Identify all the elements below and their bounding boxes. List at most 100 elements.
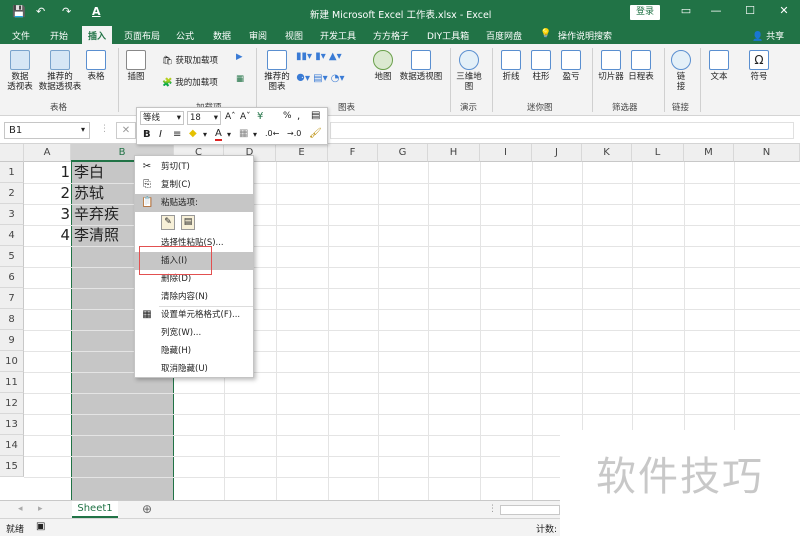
my-addins-button[interactable]: 🧩 我的加载项: [162, 78, 232, 88]
fill-color-icon[interactable]: ◆: [189, 128, 197, 139]
tab-baidu[interactable]: 百度网盘: [486, 29, 522, 42]
column-header-f[interactable]: F: [328, 144, 378, 162]
format-painter-icon[interactable]: 🖌: [309, 128, 322, 139]
font-color-icon[interactable]: A: [92, 5, 101, 18]
column-header-j[interactable]: J: [532, 144, 582, 162]
row-header[interactable]: 14: [0, 435, 24, 456]
minimize-button[interactable]: —: [706, 4, 726, 17]
3d-map-button[interactable]: 三维地 图: [454, 50, 484, 92]
symbol-button[interactable]: Ω 符号: [746, 50, 772, 82]
sparkline-line-button[interactable]: 折线: [498, 50, 524, 82]
column-header-k[interactable]: K: [582, 144, 632, 162]
tab-home[interactable]: 开始: [50, 29, 68, 42]
save-icon[interactable]: 💾: [12, 5, 26, 18]
close-button[interactable]: ✕: [774, 4, 794, 17]
pivot-table-button[interactable]: 数据 透视表: [6, 50, 34, 92]
borders-icon[interactable]: ▦: [239, 128, 248, 139]
row-header[interactable]: 3: [0, 204, 24, 225]
menu-item-cut[interactable]: ✂ 剪切(T): [135, 158, 253, 176]
link-button[interactable]: 链 接: [670, 50, 692, 92]
row-header[interactable]: 12: [0, 393, 24, 414]
table-button[interactable]: 表格: [84, 50, 108, 82]
decrease-decimal-icon[interactable]: →.0: [287, 129, 301, 138]
tab-insert[interactable]: 插入: [82, 26, 113, 44]
font-name-box[interactable]: 等线 ▾: [140, 111, 184, 125]
redo-icon[interactable]: ↷: [62, 5, 71, 18]
sheet-tab-sheet1[interactable]: Sheet1: [72, 501, 118, 518]
tell-me-search[interactable]: 操作说明搜索: [558, 29, 612, 42]
cell-a2[interactable]: 2: [24, 183, 70, 204]
pivot-chart-button[interactable]: 数据透视图: [398, 50, 444, 82]
tab-fangfang[interactable]: 方方格子: [373, 29, 409, 42]
menu-item-format-cells[interactable]: ▦ 设置单元格格式(F)...: [135, 306, 253, 324]
column-header-m[interactable]: M: [684, 144, 734, 162]
menu-item-hide[interactable]: 隐藏(H): [135, 342, 253, 360]
chevron-down-icon[interactable]: ▾: [253, 130, 257, 139]
row-header[interactable]: 5: [0, 246, 24, 267]
share-button[interactable]: 👤 共享: [752, 29, 784, 42]
recommended-pivot-button[interactable]: 推荐的 数据透视表: [38, 50, 82, 92]
font-size-box[interactable]: 18 ▾: [187, 111, 221, 125]
add-sheet-icon[interactable]: ⊕: [142, 502, 152, 516]
tab-file[interactable]: 文件: [12, 29, 30, 42]
shrink-font-icon[interactable]: Aˇ: [240, 112, 251, 122]
lightbulb-icon[interactable]: 💡: [540, 29, 551, 39]
timeline-button[interactable]: 日程表: [626, 50, 656, 82]
ribbon-display-icon[interactable]: ▭: [676, 4, 696, 17]
text-button[interactable]: 文本: [706, 50, 732, 82]
row-header[interactable]: 4: [0, 225, 24, 246]
row-header[interactable]: 7: [0, 288, 24, 309]
grow-font-icon[interactable]: Aˆ: [225, 112, 236, 122]
row-header[interactable]: 1: [0, 162, 24, 183]
chevron-down-icon[interactable]: ▾: [227, 130, 231, 139]
column-header-h[interactable]: H: [428, 144, 480, 162]
undo-icon[interactable]: ↶: [36, 5, 45, 18]
column-header-n[interactable]: N: [734, 144, 800, 162]
tab-review[interactable]: 审阅: [249, 29, 267, 42]
increase-decimal-icon[interactable]: .0←: [265, 129, 279, 138]
get-addins-button[interactable]: 🛍 获取加载项: [162, 56, 232, 66]
scroll-right-icon[interactable]: ▸: [38, 504, 43, 514]
formula-bar-splitter[interactable]: ⋮: [100, 124, 109, 134]
tab-developer[interactable]: 开发工具: [320, 29, 356, 42]
maps-button[interactable]: 地图: [370, 50, 396, 82]
column-header-i[interactable]: I: [480, 144, 532, 162]
row-header[interactable]: 8: [0, 309, 24, 330]
row-header[interactable]: 2: [0, 183, 24, 204]
currency-icon[interactable]: ¥: [257, 111, 263, 122]
format-table-icon[interactable]: ▤: [311, 110, 320, 121]
column-header-l[interactable]: L: [632, 144, 684, 162]
macro-record-icon[interactable]: ▣: [36, 521, 45, 532]
menu-item-unhide[interactable]: 取消隐藏(U): [135, 360, 253, 378]
bold-button[interactable]: B: [143, 129, 151, 140]
column-header-a[interactable]: A: [24, 144, 71, 162]
row-header[interactable]: 15: [0, 456, 24, 477]
menu-item-copy[interactable]: ⎘ 复制(C): [135, 176, 253, 194]
tab-view[interactable]: 视图: [285, 29, 303, 42]
comma-style-icon[interactable]: ,: [297, 111, 300, 122]
row-header[interactable]: 13: [0, 414, 24, 435]
font-color-icon[interactable]: A: [215, 128, 222, 141]
tab-page-layout[interactable]: 页面布局: [124, 29, 160, 42]
chevron-down-icon[interactable]: ▾: [81, 125, 85, 134]
name-box[interactable]: B1 ▾: [4, 122, 90, 139]
paste-button[interactable]: ✎: [161, 215, 175, 230]
menu-item-column-width[interactable]: 列宽(W)...: [135, 324, 253, 342]
sparkline-column-button[interactable]: 柱形: [528, 50, 554, 82]
align-center-icon[interactable]: ≡: [173, 129, 181, 140]
cell-a4[interactable]: 4: [24, 225, 70, 246]
maximize-button[interactable]: ☐: [740, 4, 760, 17]
column-header-g[interactable]: G: [378, 144, 428, 162]
chevron-down-icon[interactable]: ▾: [203, 130, 207, 139]
chevron-down-icon[interactable]: ▾: [177, 112, 181, 124]
bing-icon[interactable]: ▶: [236, 52, 243, 62]
tab-diy[interactable]: DIY工具箱: [427, 29, 469, 42]
tab-formulas[interactable]: 公式: [176, 29, 194, 42]
slicer-button[interactable]: 切片器: [596, 50, 626, 82]
column-chart-icon[interactable]: ▮▮▾ ▮▾ ▲▾: [296, 52, 342, 62]
login-button[interactable]: 登录: [630, 5, 661, 20]
row-header[interactable]: 9: [0, 330, 24, 351]
scroll-left-icon[interactable]: ◂: [18, 504, 23, 514]
recommended-charts-button[interactable]: 推荐的 图表: [262, 50, 292, 92]
italic-button[interactable]: I: [159, 129, 162, 140]
